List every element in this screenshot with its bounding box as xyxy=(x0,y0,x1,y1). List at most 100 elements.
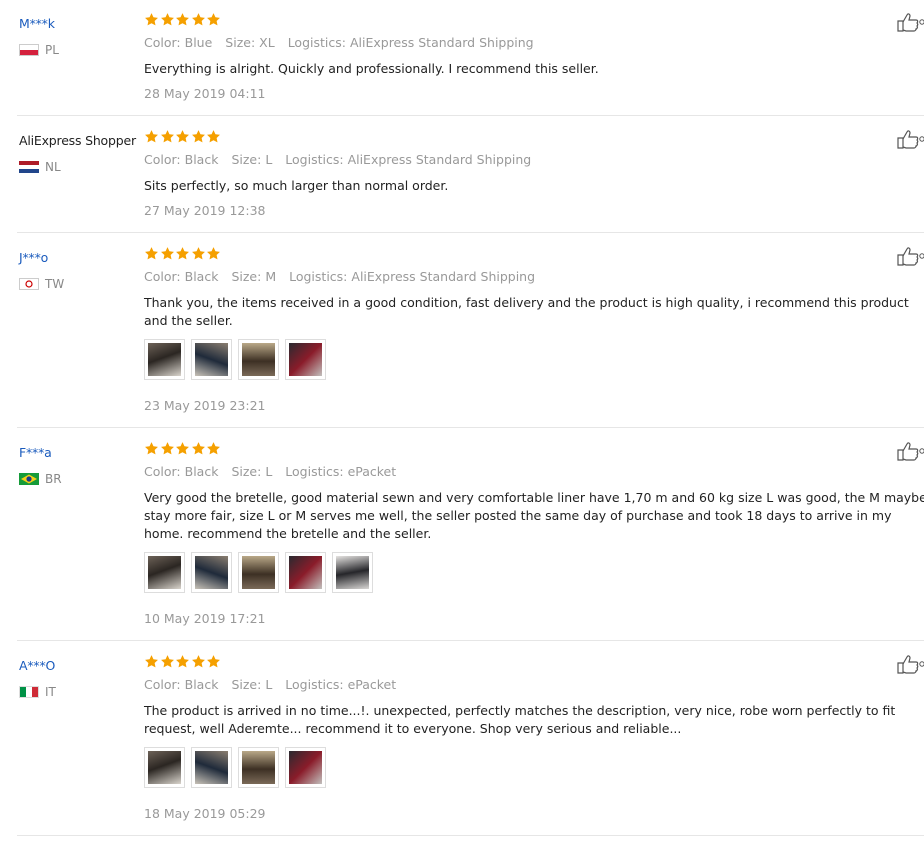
review-date: 23 May 2019 23:21 xyxy=(144,398,266,413)
order-attributes: Color: Black Size: L Logistics: ePacket xyxy=(144,464,409,479)
reviewer-name: AliExpress Shopper xyxy=(19,133,136,148)
review-photo-3 xyxy=(242,556,275,589)
review-photo-thumbnail[interactable] xyxy=(238,339,279,380)
size-value: XL xyxy=(259,35,275,50)
review-photo-thumbnail[interactable] xyxy=(285,339,326,380)
star-rating xyxy=(144,246,222,261)
review-divider xyxy=(17,232,924,233)
color-label: Color: xyxy=(144,464,181,479)
logistics-label: Logistics: xyxy=(287,35,346,50)
size-value: L xyxy=(265,677,273,692)
reviewer-name[interactable]: F***a xyxy=(19,445,52,460)
country-flag-icon xyxy=(19,41,39,60)
helpful-thumbs-up-icon[interactable] xyxy=(896,246,924,266)
review-photo-2 xyxy=(195,343,228,376)
review-text: Thank you, the items received in a good … xyxy=(144,295,909,328)
star-rating xyxy=(144,12,222,27)
helpful-thumbs-up-icon[interactable] xyxy=(896,654,924,674)
order-attributes: Color: Black Size: L Logistics: ePacket xyxy=(144,677,409,692)
review-photo-thumbnail[interactable] xyxy=(144,747,185,788)
review-photo-thumbnail[interactable] xyxy=(285,747,326,788)
review-photo-3 xyxy=(242,751,275,784)
logistics-value: AliExpress Standard Shipping xyxy=(347,152,532,167)
review-photo-3 xyxy=(242,343,275,376)
size-label: Size: xyxy=(231,152,262,167)
review-photos xyxy=(144,552,379,593)
size-label: Size: xyxy=(231,269,262,284)
country-code: BR xyxy=(45,472,62,486)
review-date: 10 May 2019 17:21 xyxy=(144,611,266,626)
size-label: Size: xyxy=(231,677,262,692)
order-attributes: Color: Blue Size: XL Logistics: AliExpress… xyxy=(144,35,547,50)
star-icon xyxy=(206,441,221,456)
review-text: Everything is alright. Quickly and profe… xyxy=(144,61,599,76)
star-icon xyxy=(175,441,190,456)
logistics-value: ePacket xyxy=(347,464,397,479)
star-icon xyxy=(175,12,190,27)
review-photo-4 xyxy=(289,751,322,784)
star-rating xyxy=(144,129,222,144)
review-photo-1 xyxy=(148,751,181,784)
logistics-label: Logistics: xyxy=(289,269,348,284)
review-photo-4 xyxy=(289,556,322,589)
review-photo-2 xyxy=(195,556,228,589)
review-divider xyxy=(17,427,924,428)
reviewer-country: IT xyxy=(19,685,56,699)
star-icon xyxy=(206,654,221,669)
color-label: Color: xyxy=(144,269,181,284)
country-code: NL xyxy=(45,160,61,174)
logistics-label: Logistics: xyxy=(285,677,344,692)
review-divider xyxy=(17,835,924,836)
color-label: Color: xyxy=(144,152,181,167)
review-photo-thumbnail[interactable] xyxy=(285,552,326,593)
star-icon xyxy=(191,654,206,669)
helpful-thumbs-up-icon[interactable] xyxy=(896,12,924,32)
review-photo-4 xyxy=(289,343,322,376)
color-value: Black xyxy=(184,677,219,692)
review-photo-thumbnail[interactable] xyxy=(332,552,373,593)
review-photo-thumbnail[interactable] xyxy=(144,339,185,380)
reviewer-name[interactable]: J***o xyxy=(19,250,48,265)
review-divider xyxy=(17,640,924,641)
logistics-value: AliExpress Standard Shipping xyxy=(349,35,534,50)
country-flag-icon xyxy=(19,275,39,294)
review-photo-5 xyxy=(336,556,369,589)
star-rating xyxy=(144,441,222,456)
star-icon xyxy=(175,246,190,261)
country-flag-icon xyxy=(19,470,39,489)
logistics-value: ePacket xyxy=(347,677,397,692)
star-icon xyxy=(191,129,206,144)
review-divider xyxy=(17,115,924,116)
star-icon xyxy=(191,441,206,456)
review-photo-thumbnail[interactable] xyxy=(191,747,232,788)
country-code: PL xyxy=(45,43,59,57)
star-icon xyxy=(206,129,221,144)
review-photos xyxy=(144,339,332,380)
country-code: TW xyxy=(45,277,65,291)
review-date: 18 May 2019 05:29 xyxy=(144,806,266,821)
review-photo-thumbnail[interactable] xyxy=(238,552,279,593)
review-text: Very good the bretelle, good material se… xyxy=(144,490,924,541)
helpful-thumbs-up-icon[interactable] xyxy=(896,441,924,461)
review-photo-thumbnail[interactable] xyxy=(191,339,232,380)
star-rating xyxy=(144,654,222,669)
star-icon xyxy=(206,12,221,27)
star-icon xyxy=(160,129,175,144)
review-photo-1 xyxy=(148,343,181,376)
review-photos xyxy=(144,747,332,788)
size-value: L xyxy=(265,464,273,479)
star-icon xyxy=(160,246,175,261)
review-photo-thumbnail[interactable] xyxy=(191,552,232,593)
color-value: Black xyxy=(184,152,219,167)
order-attributes: Color: Black Size: M Logistics: AliExpress… xyxy=(144,269,548,284)
review-photo-thumbnail[interactable] xyxy=(238,747,279,788)
review-photo-thumbnail[interactable] xyxy=(144,552,185,593)
review-photo-2 xyxy=(195,751,228,784)
reviewer-name[interactable]: A***O xyxy=(19,658,55,673)
star-icon xyxy=(144,654,159,669)
star-icon xyxy=(160,654,175,669)
color-value: Black xyxy=(184,269,219,284)
reviewer-name[interactable]: M***k xyxy=(19,16,55,31)
reviewer-country: NL xyxy=(19,160,61,174)
helpful-thumbs-up-icon[interactable] xyxy=(896,129,924,149)
